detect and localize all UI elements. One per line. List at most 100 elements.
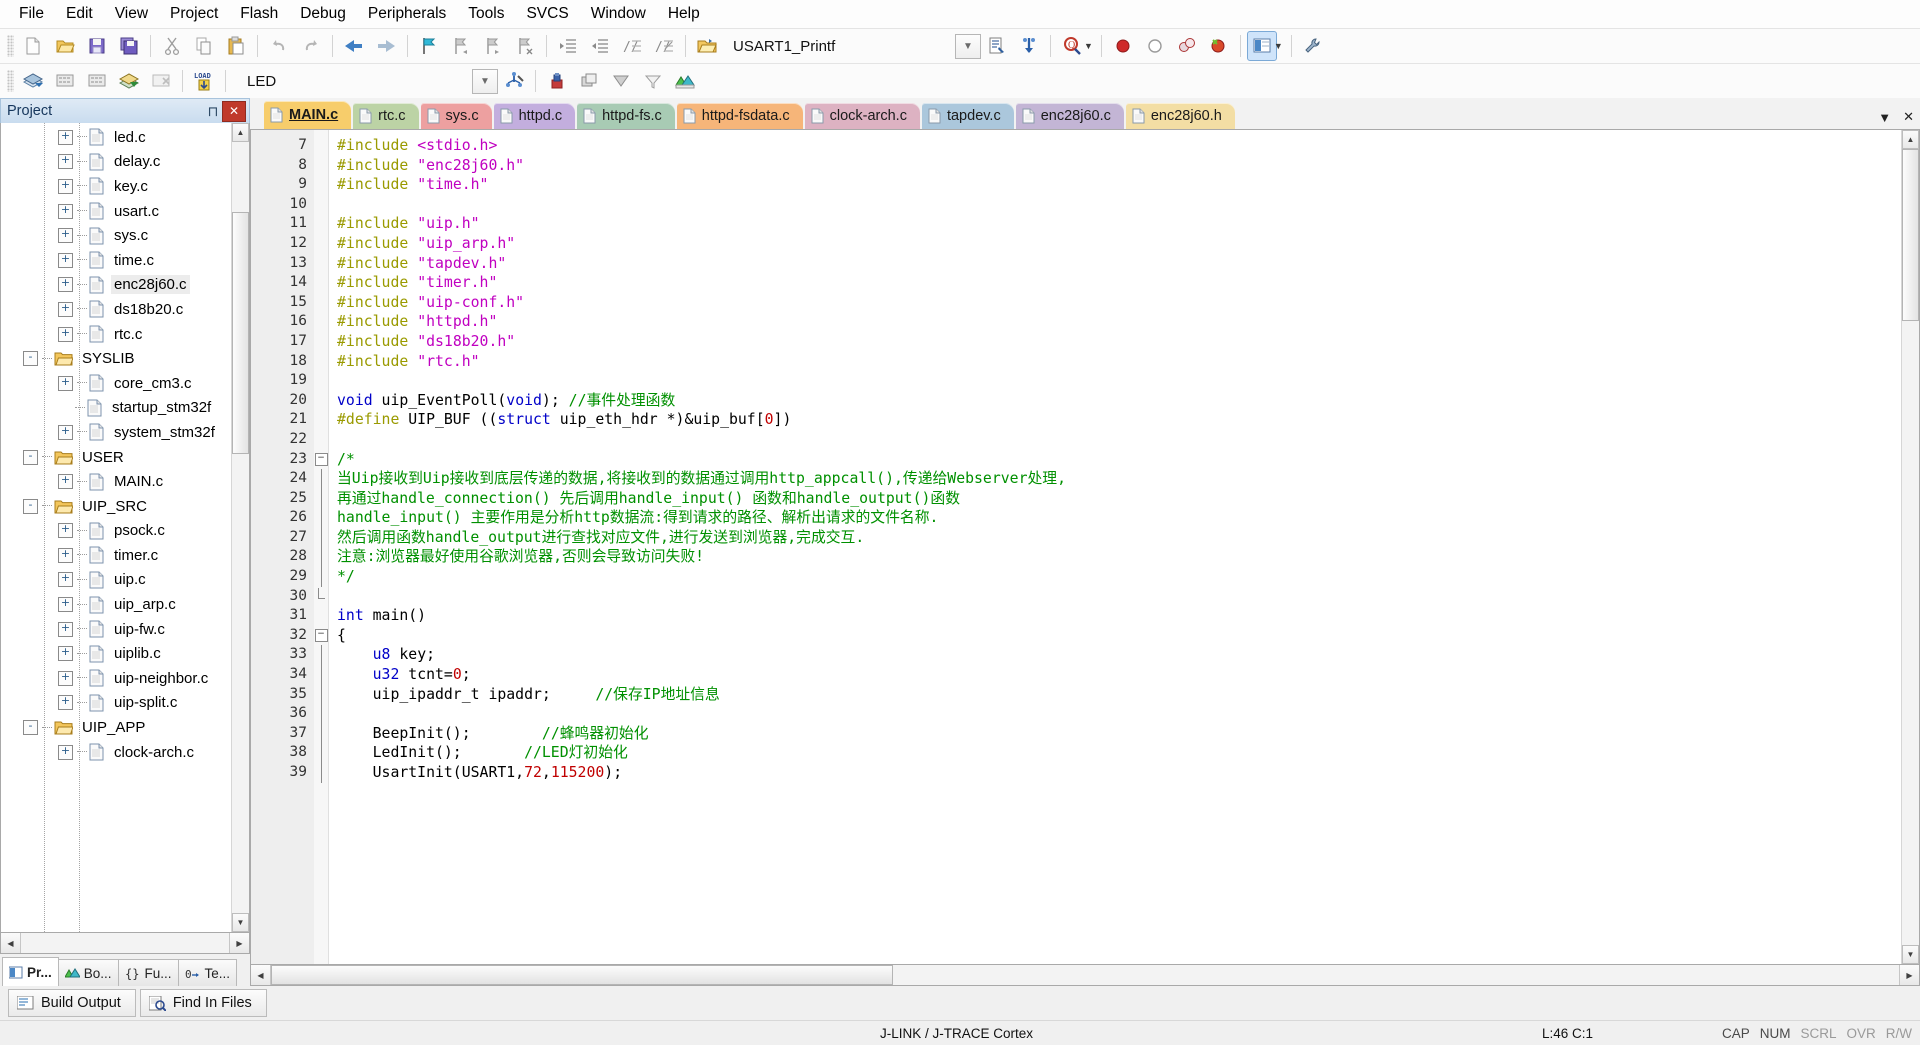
tree-item-uip-neighbor-c[interactable]: + uip-neighbor.c [1,666,231,691]
tree-expander[interactable]: + [58,326,73,342]
toolbar-grip-2[interactable] [7,70,14,92]
toolbar-grip[interactable] [7,35,14,57]
tree-item-delay-c[interactable]: + delay.c [1,150,231,175]
tree-expander[interactable]: + [58,301,73,317]
new-file-icon[interactable] [18,31,48,61]
target-options-icon[interactable] [982,31,1012,61]
tree-expander[interactable]: + [58,646,73,662]
download-icon[interactable]: LOAD [189,66,219,96]
tree-item-uip-c[interactable]: + uip.c [1,568,231,593]
menu-item-edit[interactable]: Edit [55,1,104,27]
editor-tab-httpd-fs-c[interactable]: httpd-fs.c [577,103,675,129]
tree-expander[interactable]: + [58,744,73,760]
tree-item-system-stm32f[interactable]: + system_stm32f [1,420,231,445]
tree-expander[interactable]: + [58,252,73,268]
translate-icon[interactable] [18,66,48,96]
disable-all-breakpoints-icon[interactable] [1172,31,1202,61]
tree-expander[interactable]: + [58,277,73,293]
menu-item-help[interactable]: Help [657,1,711,27]
copy-icon[interactable] [189,31,219,61]
tree-expander[interactable]: + [58,228,73,244]
tree-item-main-c[interactable]: + MAIN.c [1,469,231,494]
tree-item-uip-app[interactable]: - UIP_APP [1,715,231,740]
scroll-up-icon[interactable]: ▲ [1902,130,1919,149]
tree-expander[interactable]: + [58,375,73,391]
utilities-icon[interactable] [1298,31,1328,61]
comment-icon[interactable]: // [617,31,647,61]
rebuild-icon[interactable] [82,66,112,96]
project-selector[interactable]: USART1_Printf ▼ [725,33,981,59]
tree-item-time-c[interactable]: + time.c [1,248,231,273]
undo-icon[interactable] [264,31,294,61]
tree-expander[interactable]: - [23,449,38,465]
tree-item-uip-arp-c[interactable]: + uip_arp.c [1,592,231,617]
editor-horizontal-scrollbar[interactable]: ◀ ▶ [250,965,1920,986]
bookmark-next-icon[interactable] [478,31,508,61]
tree-item-ds18b20-c[interactable]: + ds18b20.c [1,297,231,322]
tree-item-timer-c[interactable]: + timer.c [1,543,231,568]
menu-item-file[interactable]: File [8,1,55,27]
project-tab-pr[interactable]: Pr... [2,957,59,986]
bookmark-clear-icon[interactable] [510,31,540,61]
tree-expander[interactable]: + [58,695,73,711]
build-icon[interactable] [50,66,80,96]
editor-tab-sys-c[interactable]: sys.c [420,103,492,129]
tree-expander[interactable]: - [23,498,38,514]
outdent-icon[interactable] [585,31,615,61]
tree-item-enc28j60-c[interactable]: + enc28j60.c [1,273,231,298]
scroll-thumb[interactable] [1902,149,1919,321]
menu-item-tools[interactable]: Tools [457,1,515,27]
batch-build-icon[interactable] [114,66,144,96]
tree-expander[interactable]: - [23,720,38,736]
tree-item-psock-c[interactable]: + psock.c [1,519,231,544]
tree-expander[interactable]: + [58,203,73,219]
menu-item-peripherals[interactable]: Peripherals [357,1,457,27]
hscroll-thumb[interactable] [271,965,893,985]
tree-item-user[interactable]: - USER [1,445,231,470]
tree-item-uiplib-c[interactable]: + uiplib.c [1,641,231,666]
save-all-icon[interactable] [114,31,144,61]
scroll-thumb[interactable] [232,212,249,454]
tree-expander[interactable]: + [58,547,73,563]
tree-item-core-cm3-c[interactable]: + core_cm3.c [1,371,231,396]
pin-icon[interactable]: ⊓ [204,103,222,120]
project-tab-te[interactable]: 0 Te... [177,959,238,986]
tree-item-syslib[interactable]: - SYSLIB [1,346,231,371]
scroll-left-icon[interactable]: ◀ [251,965,271,985]
disable-breakpoint-icon[interactable] [1140,31,1170,61]
project-tab-fu[interactable]: {} Fu... [117,959,179,986]
source-code-text[interactable]: #include <stdio.h> #include "enc28j60.h" #… [329,130,1901,964]
menu-item-flash[interactable]: Flash [229,1,289,27]
tree-item-startup-stm32f[interactable]: startup_stm32f [1,396,231,421]
editor-tab-tapdev-c[interactable]: tapdev.c [921,103,1014,129]
stop-build-icon[interactable] [146,66,176,96]
tree-item-led-c[interactable]: + led.c [1,125,231,150]
code-view[interactable]: 7 8 9 10 11 12 13 14 15 16 17 18 19 20 21 22 23 24 25 26 27 2… [251,130,1901,964]
window-layout-dropdown-arrow[interactable]: ▼ [1274,41,1283,51]
editor-tab-clock-arch-c[interactable]: clock-arch.c [804,103,920,129]
books-icon[interactable] [670,66,700,96]
bottom-tab-find-in-files[interactable]: Find In Files [139,989,267,1017]
tree-expander[interactable]: + [58,129,73,145]
code-folding-column[interactable]: − − [314,130,329,964]
find-in-files-icon[interactable]: Q [1057,31,1087,61]
tree-item-uip-split-c[interactable]: + uip-split.c [1,691,231,716]
target-selector[interactable]: LED ▼ [237,68,498,94]
menu-item-svcs[interactable]: SVCS [515,1,579,27]
configuration-wizard-icon[interactable] [1246,31,1277,61]
project-folder-icon[interactable] [692,31,722,61]
tree-item-key-c[interactable]: + key.c [1,174,231,199]
target-dropdown-arrow[interactable]: ▼ [472,68,498,94]
kill-all-breakpoints-icon[interactable] [1204,31,1234,61]
editor-tab-enc28j60-c[interactable]: enc28j60.c [1015,103,1124,129]
insert-breakpoint-icon[interactable] [1108,31,1138,61]
filter-icon[interactable] [638,66,668,96]
hscroll-track[interactable] [271,965,1899,985]
scroll-down-icon[interactable]: ▼ [232,913,249,932]
scroll-track[interactable] [232,142,249,913]
scroll-up-icon[interactable]: ▲ [232,123,249,142]
tree-expander[interactable]: - [23,351,38,367]
target-options-icon-2[interactable] [542,66,572,96]
tree-item-rtc-c[interactable]: + rtc.c [1,322,231,347]
tree-expander[interactable]: + [58,597,73,613]
